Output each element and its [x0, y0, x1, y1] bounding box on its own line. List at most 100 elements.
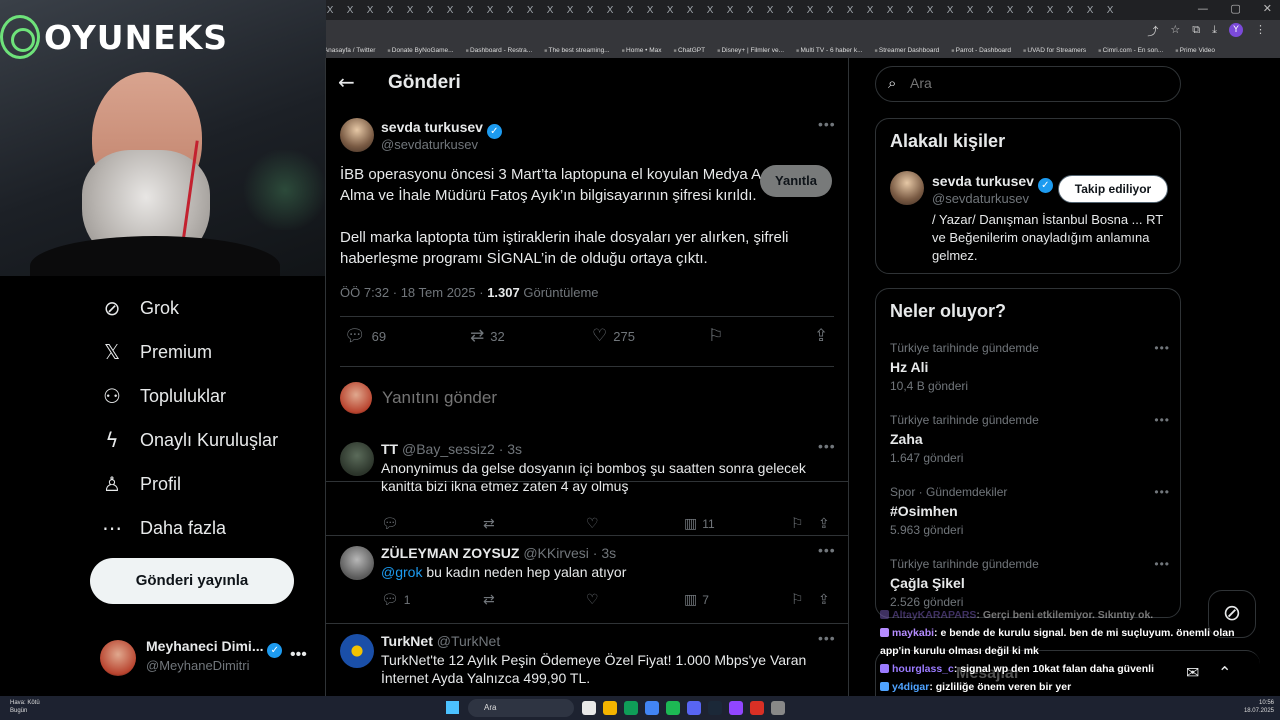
trend-name[interactable]: Çağla Şikel	[890, 575, 1170, 591]
post-button[interactable]: Gönderi yayınla	[90, 558, 294, 604]
tab-close-icon[interactable]: X	[480, 5, 500, 16]
tweet-author-avatar[interactable]	[340, 118, 374, 152]
bookmark-item[interactable]: UVAD for Streamers	[1023, 47, 1086, 54]
tab-close-icon[interactable]: X	[360, 5, 380, 16]
reply-author-name[interactable]: TT	[381, 441, 398, 457]
trend-name[interactable]: #Osimhen	[890, 503, 1170, 519]
share-icon[interactable]: ⤴	[1147, 23, 1158, 39]
taskbar-app-icon[interactable]	[687, 701, 701, 715]
minimize-icon[interactable]: —	[1197, 2, 1208, 15]
nav-item-daha-fazla[interactable]: ⋯ Daha fazla	[100, 516, 226, 540]
tab-close-icon[interactable]: X	[880, 5, 900, 16]
trend-name[interactable]: Zaha	[890, 431, 1170, 447]
tweet-timestamp[interactable]: ÖÖ 7:32 · 18 Tem 2025 ·	[340, 285, 484, 300]
taskbar-app-icon[interactable]	[666, 701, 680, 715]
reply-input[interactable]	[382, 388, 722, 408]
tab-close-icon[interactable]: X	[400, 5, 420, 16]
nav-item-grok[interactable]: ⊘ Grok	[100, 296, 179, 320]
trend-item[interactable]: Türkiye tarihinde gündemde Çağla Şikel 2.5…	[890, 557, 1170, 609]
heart-action[interactable]: ♡	[586, 516, 599, 532]
tab-close-icon[interactable]: X	[540, 5, 560, 16]
bookmark-item[interactable]: Disney+ | Filmler ve...	[717, 47, 784, 54]
taskbar-clock[interactable]: 10:56 18.07.2025	[1244, 699, 1274, 715]
reply-action[interactable]: 💬︎ 1	[381, 592, 410, 608]
reply-more-icon[interactable]: •••	[818, 438, 836, 454]
trend-more-icon[interactable]: •••	[1154, 341, 1170, 355]
related-name[interactable]: sevda turkusev	[932, 173, 1034, 189]
trend-more-icon[interactable]: •••	[1154, 557, 1170, 571]
tab-close-icon[interactable]: X	[560, 5, 580, 16]
bookmark-item[interactable]: Dashboard - Restra...	[466, 47, 532, 54]
tab-close-icon[interactable]: X	[1100, 5, 1120, 16]
weather-widget[interactable]: Hava: Kötü Bugün	[10, 699, 40, 715]
taskbar-app-icon[interactable]	[624, 701, 638, 715]
heart-action[interactable]: ♡	[586, 592, 599, 608]
bookmark-star-icon[interactable]: ☆	[1170, 23, 1180, 39]
taskbar-app-icon[interactable]	[771, 701, 785, 715]
tab-close-icon[interactable]: X	[520, 5, 540, 16]
tab-close-icon[interactable]: X	[820, 5, 840, 16]
tab-close-icon[interactable]: X	[840, 5, 860, 16]
reply-tweet[interactable]: TurkNet @TurkNet ••• TurkNet'te 12 Aylık …	[326, 624, 848, 696]
extensions-icon[interactable]: ⧉	[1192, 23, 1200, 39]
reply-author-name[interactable]: TurkNet	[381, 633, 433, 649]
tab-close-icon[interactable]: X	[640, 5, 660, 16]
taskbar-app-icon[interactable]	[750, 701, 764, 715]
tab-close-icon[interactable]: X	[440, 5, 460, 16]
share-action[interactable]: ⇪	[814, 326, 828, 346]
chat-username[interactable]: AltayKARAPARS	[892, 609, 976, 621]
reply-author-handle[interactable]: @Bay_sessiz2	[402, 441, 495, 457]
tweet-author-name[interactable]: sevda turkusev	[381, 119, 483, 135]
bookmark-item[interactable]: Cimri.com - En son...	[1098, 47, 1164, 54]
reply-tweet[interactable]: ZÜLEYMAN ZOYSUZ @KKirvesi · 3s ••• @grok b…	[326, 536, 848, 624]
back-arrow-icon[interactable]: ←	[338, 70, 355, 94]
nav-item-premium[interactable]: 𝕏 Premium	[100, 340, 212, 364]
tab-close-icon[interactable]: X	[680, 5, 700, 16]
share-action[interactable]: ⇪	[818, 592, 830, 608]
tweet-more-icon[interactable]: •••	[818, 116, 836, 132]
tab-close-icon[interactable]: X	[800, 5, 820, 16]
tweet-author-handle[interactable]: @sevdaturkusev	[381, 137, 478, 152]
reply-avatar[interactable]	[340, 634, 374, 668]
bookmark-item[interactable]: Home • Max	[622, 47, 662, 54]
trend-item[interactable]: Türkiye tarihinde gündemde Zaha 1.647 gönd…	[890, 413, 1170, 465]
taskbar-app-icon[interactable]	[645, 701, 659, 715]
reply-avatar[interactable]	[340, 546, 374, 580]
repost-action[interactable]: ⇄	[483, 516, 495, 532]
chat-username[interactable]: y4digar	[892, 681, 929, 693]
mention-link[interactable]: @grok	[381, 564, 422, 580]
tab-close-icon[interactable]: X	[1000, 5, 1020, 16]
search-box[interactable]: ⌕	[875, 66, 1181, 102]
taskbar-app-icon[interactable]	[708, 701, 722, 715]
tab-close-icon[interactable]: X	[740, 5, 760, 16]
bookmark-item[interactable]: ChatGPT	[674, 47, 705, 54]
reply-tweet[interactable]: TT @Bay_sessiz2 · 3s ••• Anonynimus da gel…	[326, 432, 848, 536]
bookmark-action[interactable]: ⚐	[708, 326, 723, 346]
nav-item-onaylı-kuruluşlar[interactable]: ϟ Onaylı Kuruluşlar	[100, 428, 278, 452]
tab-close-icon[interactable]: X	[340, 5, 360, 16]
views-action[interactable]: ▥ 11	[684, 516, 715, 532]
tab-close-icon[interactable]: X	[420, 5, 440, 16]
tab-close-icon[interactable]: X	[380, 5, 400, 16]
bookmark-item[interactable]: Multi TV - 6 haber k...	[796, 47, 862, 54]
tab-close-icon[interactable]: X	[940, 5, 960, 16]
repost-action[interactable]: ⇄	[483, 592, 495, 608]
tab-close-icon[interactable]: X	[660, 5, 680, 16]
related-handle[interactable]: @sevdaturkusev	[932, 191, 1029, 206]
taskbar-app-icon[interactable]	[729, 701, 743, 715]
download-icon[interactable]: ⤓	[1212, 23, 1217, 39]
bookmark-action[interactable]: ⚐	[791, 592, 804, 608]
related-avatar[interactable]	[890, 171, 924, 205]
taskbar-search[interactable]: Ara	[468, 699, 574, 717]
tab-close-icon[interactable]: X	[980, 5, 1000, 16]
trend-more-icon[interactable]: •••	[1154, 413, 1170, 427]
trend-item[interactable]: Spor · Gündemdekiler #Osimhen 5.963 gönder…	[890, 485, 1170, 537]
reply-button[interactable]: Yanıtla	[760, 165, 832, 197]
bookmark-item[interactable]: The best streaming...	[544, 47, 610, 54]
tab-close-icon[interactable]: X	[1020, 5, 1040, 16]
reply-more-icon[interactable]: •••	[818, 542, 836, 558]
taskbar-app-icon[interactable]	[603, 701, 617, 715]
bookmark-item[interactable]: Prime Video	[1175, 47, 1215, 54]
repost-action[interactable]: ⇄ 32	[470, 326, 505, 346]
reply-author-handle[interactable]: @TurkNet	[437, 633, 500, 649]
